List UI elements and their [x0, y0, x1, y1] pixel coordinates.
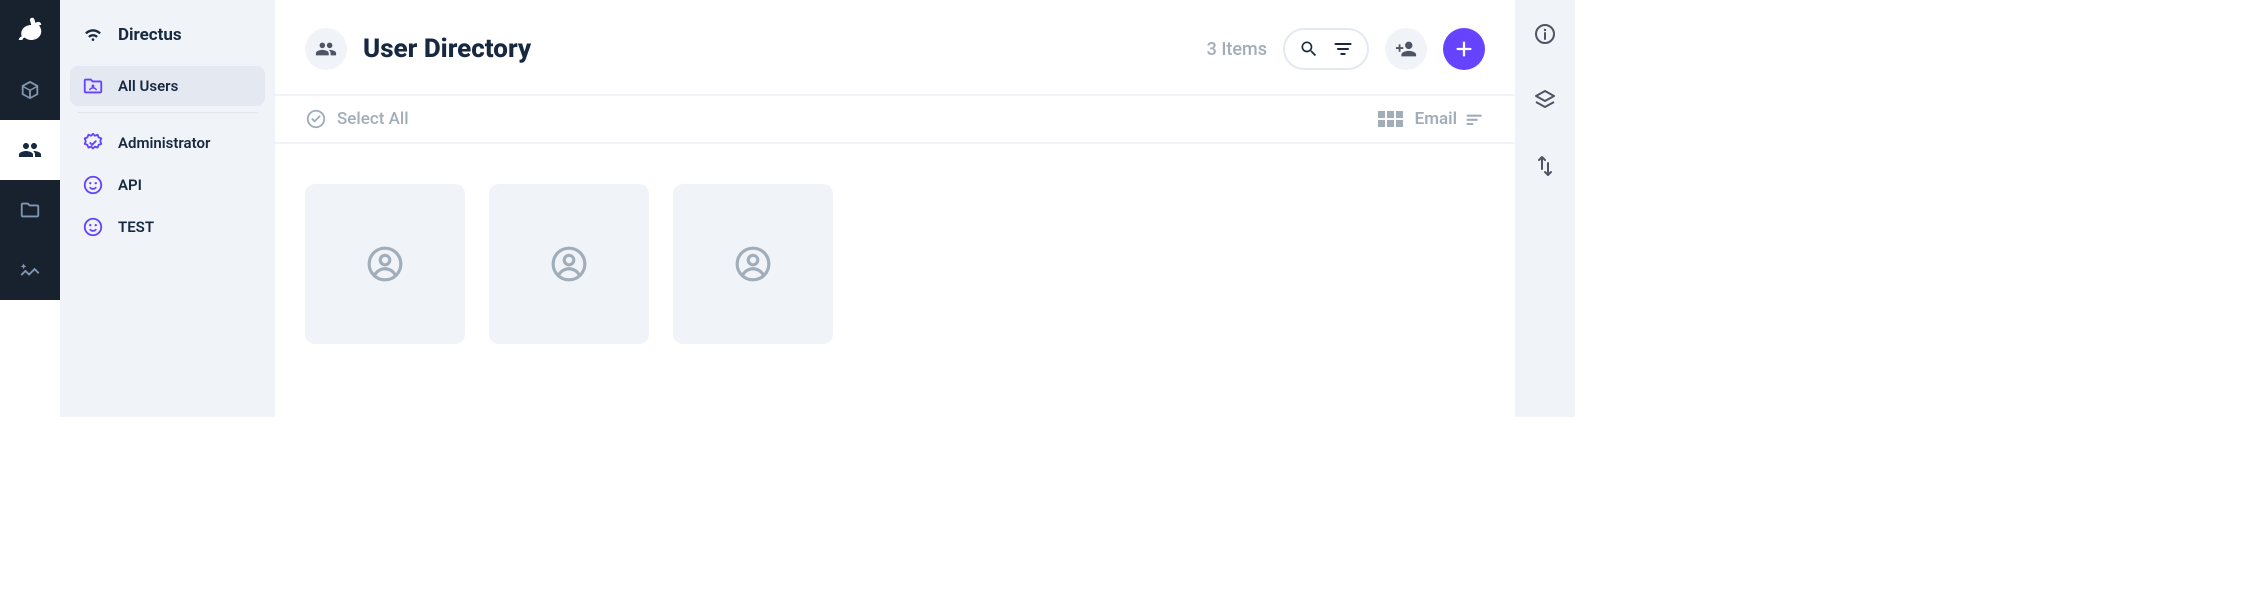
- nav-item-label: TEST: [118, 218, 154, 236]
- rabbit-icon: [15, 15, 45, 45]
- nav-divider: [78, 112, 257, 113]
- select-all-label: Select All: [337, 109, 409, 129]
- module-bar: [0, 0, 60, 417]
- folder-user-icon: [82, 75, 104, 97]
- sidebar-import-export-button[interactable]: [1529, 150, 1561, 182]
- folder-icon: [19, 199, 41, 221]
- info-icon: [1533, 22, 1557, 46]
- face-icon: [82, 216, 104, 238]
- page-title: User Directory: [363, 34, 531, 64]
- user-cards-grid: [275, 144, 1515, 384]
- nav-list: All Users Administrator API: [60, 66, 275, 247]
- item-count: 3 Items: [1207, 39, 1267, 60]
- wifi-icon: [82, 24, 104, 46]
- sort-button[interactable]: Email: [1415, 109, 1485, 129]
- layout-grid-button[interactable]: [1378, 111, 1403, 127]
- verified-icon: [82, 132, 104, 154]
- page-header: User Directory 3 Items: [275, 0, 1515, 94]
- import-export-icon: [1533, 154, 1557, 178]
- user-card[interactable]: [305, 184, 465, 344]
- filter-icon: [1333, 39, 1353, 59]
- user-card[interactable]: [673, 184, 833, 344]
- nav-header[interactable]: Directus: [60, 10, 275, 66]
- nav-item-test[interactable]: TEST: [70, 207, 265, 247]
- list-toolbar: Select All Email: [275, 94, 1515, 144]
- project-name: Directus: [118, 25, 182, 45]
- layers-icon: [1533, 88, 1557, 112]
- nav-item-label: Administrator: [118, 134, 210, 152]
- nav-item-label: API: [118, 176, 142, 194]
- nav-item-label: All Users: [118, 77, 178, 95]
- module-insights[interactable]: [0, 240, 60, 300]
- sidebar-info-button[interactable]: [1529, 18, 1561, 50]
- module-files[interactable]: [0, 180, 60, 240]
- users-icon: [315, 38, 337, 60]
- nav-item-api[interactable]: API: [70, 165, 265, 205]
- account-icon: [734, 245, 772, 283]
- insights-icon: [19, 259, 41, 281]
- right-sidebar: [1515, 0, 1575, 417]
- sort-field-label: Email: [1415, 109, 1457, 129]
- create-user-button[interactable]: [1443, 28, 1485, 70]
- module-users[interactable]: [0, 120, 60, 180]
- nav-item-administrator[interactable]: Administrator: [70, 123, 265, 163]
- account-icon: [366, 245, 404, 283]
- user-card[interactable]: [489, 184, 649, 344]
- navigation-panel: Directus All Users Administrator: [60, 0, 275, 417]
- face-icon: [82, 174, 104, 196]
- module-content[interactable]: [0, 60, 60, 120]
- sidebar-layers-button[interactable]: [1529, 84, 1561, 116]
- plus-icon: [1453, 38, 1475, 60]
- main-content: User Directory 3 Items: [275, 0, 1515, 417]
- select-all-button[interactable]: Select All: [305, 108, 409, 130]
- search-icon: [1299, 39, 1319, 59]
- users-icon: [18, 138, 42, 162]
- search-filter-button[interactable]: [1283, 28, 1369, 70]
- check-circle-icon: [305, 108, 327, 130]
- person-add-icon: [1395, 38, 1417, 60]
- sort-icon: [1465, 109, 1485, 129]
- page-header-icon: [305, 28, 347, 70]
- nav-item-all-users[interactable]: All Users: [70, 66, 265, 106]
- invite-user-button[interactable]: [1385, 28, 1427, 70]
- brand-logo[interactable]: [0, 0, 60, 60]
- account-icon: [550, 245, 588, 283]
- cube-icon: [19, 79, 41, 101]
